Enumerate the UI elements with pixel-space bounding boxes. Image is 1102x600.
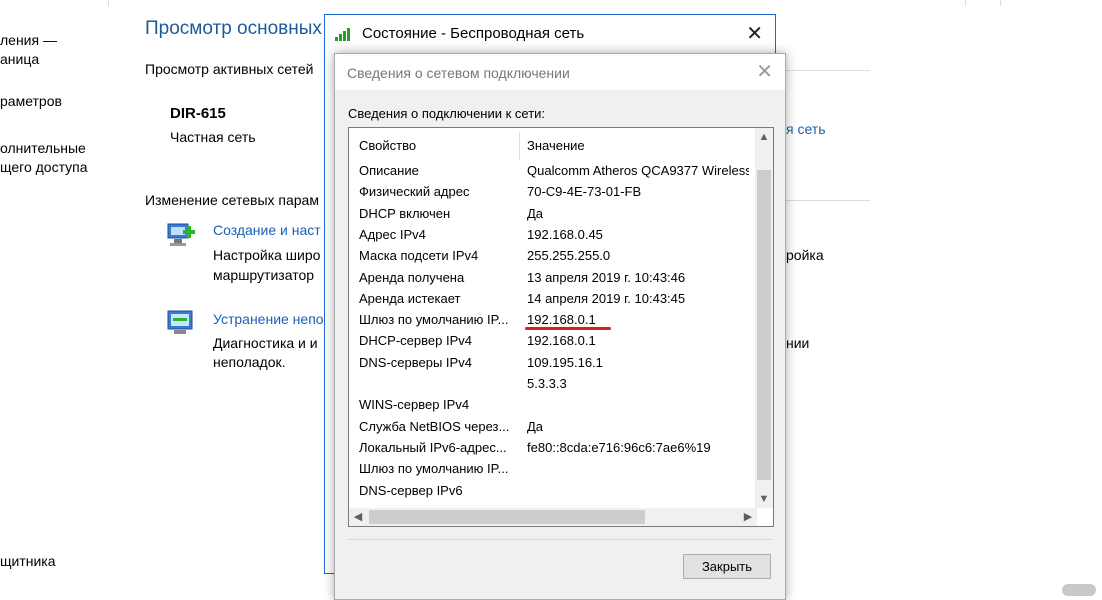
value-cell: 192.168.0.1 [527, 312, 596, 328]
table-row[interactable]: Служба NetBIOS через... Да [349, 416, 749, 437]
corner-badge [1062, 584, 1096, 596]
section-label: Просмотр активных сетей [145, 61, 314, 77]
table-row[interactable]: DHCP включен Да [349, 203, 749, 224]
description-text: ройка [786, 247, 824, 263]
dialog-title: Сведения о сетевом подключении [347, 65, 570, 81]
value-cell: 192.168.0.1 [527, 333, 596, 349]
sidebar-link[interactable]: щего доступа [0, 159, 88, 175]
divider [965, 0, 966, 6]
scroll-down-icon[interactable]: ▼ [755, 490, 773, 508]
column-header-value[interactable]: Значение [527, 138, 585, 153]
network-setup-icon [167, 223, 195, 246]
sidebar-link[interactable]: щитника [0, 553, 56, 569]
table-row[interactable]: Маска подсети IPv4 255.255.255.0 [349, 245, 749, 266]
scroll-up-icon[interactable]: ▲ [755, 128, 773, 146]
details-group-label: Сведения о подключении к сети: [348, 106, 546, 121]
sidebar-link[interactable]: ления — [0, 32, 57, 48]
dialog-titlebar: Сведения о сетевом подключении ✕ [335, 54, 785, 90]
property-cell: DHCP включен [359, 205, 451, 221]
property-cell: Описание [359, 163, 419, 178]
connection-details-dialog: Сведения о сетевом подключении ✕ Сведени… [334, 53, 786, 600]
sidebar-link[interactable]: олнительные [0, 140, 86, 156]
close-button[interactable]: Закрыть [683, 554, 771, 579]
vertical-scrollbar[interactable]: ▲ ▼ [755, 128, 773, 508]
value-cell: Да [527, 205, 544, 221]
description-text: неполадок. [213, 354, 286, 370]
connection-link[interactable]: я сеть [786, 121, 826, 137]
property-cell: DNS-сервер IPv6 [359, 482, 463, 498]
page-title: Просмотр основных [145, 18, 322, 39]
table-row[interactable]: Локальный IPv6-адрес... fe80::8cda:e716:9… [349, 437, 749, 458]
value-cell: 70-C9-4E-73-01-FB [527, 184, 642, 200]
property-cell: Шлюз по умолчанию IP... [359, 461, 509, 477]
description-text: Настройка широ [213, 247, 321, 263]
top-edge [0, 0, 1102, 6]
gateway-highlight-underline [525, 327, 611, 330]
value-cell: 5.3.3.3 [527, 376, 567, 391]
troubleshoot-icon [167, 310, 193, 334]
description-text: нии [786, 335, 810, 351]
property-cell: DHCP-сервер IPv4 [359, 333, 472, 349]
table-row[interactable]: DNS-серверы IPv4 109.195.16.1 [349, 352, 749, 373]
table-row[interactable]: DNS-сервер IPv6 [349, 480, 749, 501]
scroll-thumb[interactable] [757, 170, 771, 480]
property-cell: Локальный IPv6-адрес... [359, 439, 507, 455]
table-row[interactable]: Аренда получена 13 апреля 2019 г. 10:43:4… [349, 267, 749, 288]
table-row[interactable]: Физический адрес 70-C9-4E-73-01-FB [349, 181, 749, 202]
table-row[interactable]: WINS-сервер IPv4 [349, 394, 749, 415]
divider [348, 539, 772, 540]
value-cell: 13 апреля 2019 г. 10:43:46 [527, 269, 686, 285]
property-cell: Адрес IPv4 [359, 226, 426, 242]
property-cell: DNS-серверы IPv4 [359, 354, 472, 370]
scroll-left-icon[interactable]: ◀ [349, 508, 367, 526]
section-label: Изменение сетевых парам [145, 192, 319, 208]
property-cell: Аренда истекает [359, 290, 461, 306]
divider [776, 70, 870, 71]
sidebar-link[interactable]: аница [0, 51, 39, 67]
value-cell: 14 апреля 2019 г. 10:43:45 [527, 290, 686, 306]
window-title: Состояние - Беспроводная сеть [362, 25, 585, 42]
property-cell: Маска подсети IPv4 [359, 248, 479, 264]
value-cell: 109.195.16.1 [527, 354, 603, 370]
network-name: DIR-615 [170, 105, 226, 122]
sidebar-link[interactable]: раметров [0, 93, 62, 109]
troubleshoot-link[interactable]: Устранение непо [213, 311, 324, 327]
details-list[interactable]: Свойство Значение Описание Qualcomm Ather… [348, 127, 774, 527]
horizontal-scrollbar[interactable]: ◀ ▶ [349, 508, 757, 526]
property-cell: WINS-сервер IPv4 [359, 397, 470, 413]
table-row[interactable]: DHCP-сервер IPv4 192.168.0.1 [349, 330, 749, 351]
divider [1000, 0, 1001, 6]
create-connection-link[interactable]: Создание и наст [213, 222, 321, 238]
divider [108, 0, 109, 6]
column-header-property[interactable]: Свойство [359, 138, 416, 153]
description-text: маршрутизатор [213, 267, 315, 283]
property-cell: Физический адрес [359, 184, 470, 200]
close-icon[interactable]: ✕ [746, 21, 763, 46]
property-cell: Служба NetBIOS через... [359, 418, 510, 434]
description-text: Диагностика и и [213, 335, 318, 351]
scroll-right-icon[interactable]: ▶ [739, 508, 757, 526]
value-cell: Да [527, 418, 544, 434]
network-type: Частная сеть [170, 129, 256, 145]
value-cell: Qualcomm Atheros QCA9377 Wireless [527, 163, 749, 178]
value-cell: 192.168.0.45 [527, 226, 603, 242]
property-cell: Шлюз по умолчанию IP... [359, 312, 509, 328]
column-separator[interactable] [519, 132, 520, 160]
table-row[interactable]: Аренда истекает 14 апреля 2019 г. 10:43:4… [349, 288, 749, 309]
wifi-signal-icon [335, 27, 355, 41]
value-cell: fe80::8cda:e716:96c6:7ae6%19 [527, 439, 711, 455]
value-cell: 255.255.255.0 [527, 248, 611, 264]
list-header: Свойство Значение [349, 128, 749, 162]
property-cell: Аренда получена [359, 269, 465, 285]
table-row[interactable]: Описание Qualcomm Atheros QCA9377 Wireles… [349, 160, 749, 181]
table-row[interactable]: 5.3.3.3 [349, 373, 749, 394]
table-row[interactable]: Адрес IPv4 192.168.0.45 [349, 224, 749, 245]
divider [776, 200, 870, 201]
table-row[interactable]: Шлюз по умолчанию IP... [349, 458, 749, 479]
close-icon[interactable]: ✕ [756, 59, 773, 84]
scroll-thumb[interactable] [369, 510, 645, 524]
